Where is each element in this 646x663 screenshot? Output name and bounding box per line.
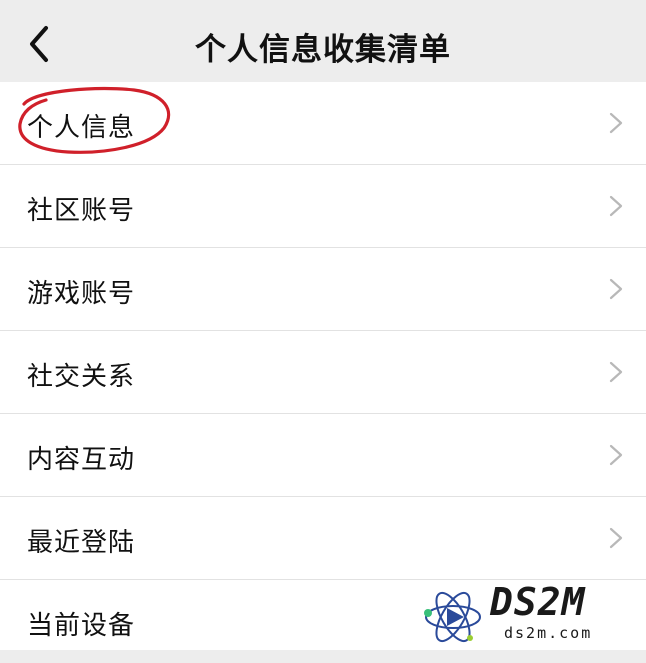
- chevron-right-icon: [609, 361, 623, 383]
- list-item-label: 当前设备: [27, 611, 136, 641]
- watermark-text: DS2M: [490, 580, 586, 624]
- watermark-subtext: ds2m.com: [504, 624, 593, 642]
- list-item-personal-info[interactable]: 个人信息: [0, 82, 646, 165]
- chevron-right-icon: [609, 195, 623, 217]
- page-title: 个人信息收集清单: [195, 32, 451, 68]
- list-item-label: 最近登陆: [27, 528, 136, 558]
- list-item-recent-login[interactable]: 最近登陆: [0, 497, 646, 580]
- list-item-game-account[interactable]: 游戏账号: [0, 248, 646, 331]
- atom-logo-icon: [424, 591, 481, 643]
- list-item-label: 个人信息: [27, 113, 136, 143]
- chevron-right-icon: [609, 527, 623, 549]
- list-item-community-account[interactable]: 社区账号: [0, 165, 646, 248]
- list-item-label: 社交关系: [27, 362, 136, 392]
- header-bar: 个人信息收集清单: [0, 0, 646, 82]
- chevron-right-icon: [609, 112, 623, 134]
- list-item-content-interaction[interactable]: 内容互动: [0, 414, 646, 497]
- list-item-label: 内容互动: [27, 445, 136, 475]
- list-item-social-relations[interactable]: 社交关系: [0, 331, 646, 414]
- list-item-label: 游戏账号: [27, 279, 136, 309]
- chevron-right-icon: [609, 278, 623, 300]
- settings-list: 个人信息 社区账号 游戏账号 社交关系 内容互动 最近登陆 当前设备: [0, 82, 646, 650]
- list-item-label: 社区账号: [27, 196, 136, 226]
- chevron-right-icon: [609, 444, 623, 466]
- watermark: DS2M ds2m.com: [408, 580, 646, 650]
